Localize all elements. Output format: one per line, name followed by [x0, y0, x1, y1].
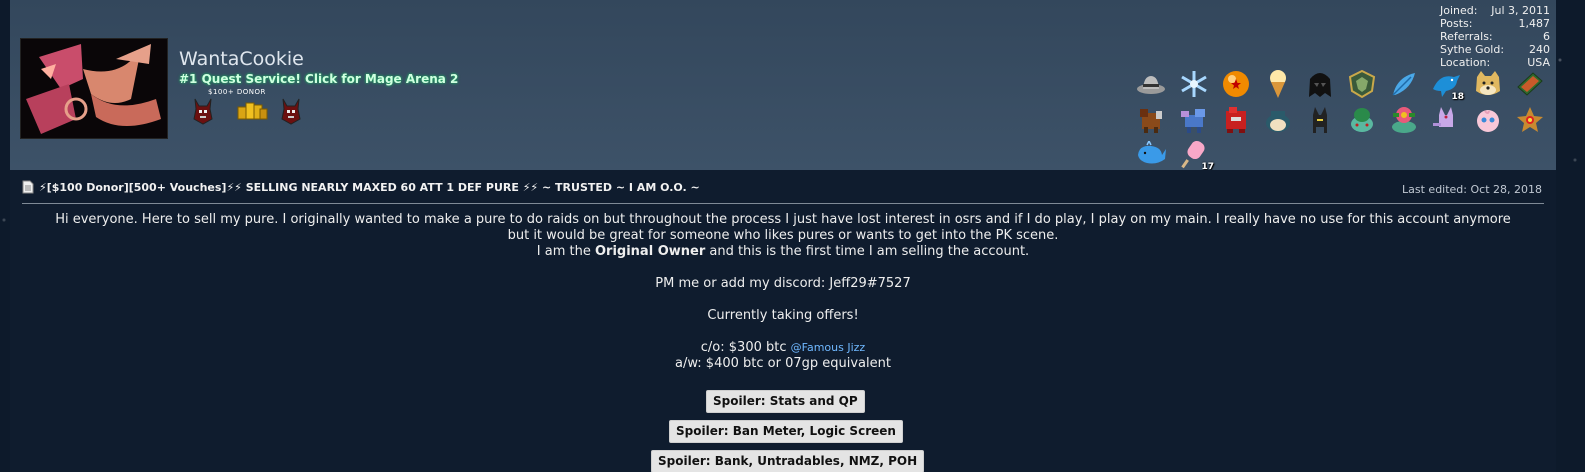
snowflake-icon[interactable] [1178, 68, 1210, 100]
ice-cream-icon[interactable] [1262, 68, 1294, 100]
username-link[interactable]: WantaCookie [179, 48, 304, 70]
doge-icon[interactable] [1472, 68, 1504, 100]
avatar[interactable] [20, 38, 168, 139]
avatar-art-icon [21, 39, 167, 138]
fedora-icon[interactable] [1135, 68, 1167, 100]
gold-pile-badge-icon [236, 99, 270, 127]
document-icon [22, 180, 34, 194]
original-owner-bold: Original Owner [595, 244, 706, 259]
popsicle-icon[interactable]: 17 [1178, 138, 1214, 172]
darth-vader-icon[interactable] [1304, 68, 1336, 100]
thread-title-row: ⚡[$100 Donor][500+ Vouches]⚡⚡ SELLING NE… [22, 180, 700, 194]
user-title-link[interactable]: #1 Quest Service! Click for Mage Arena 2 [179, 72, 458, 86]
pokemon-suicune-icon[interactable] [1178, 104, 1210, 136]
stat-sythe-gold: Sythe Gold: 240 [1440, 43, 1550, 56]
pokemon-groudon-icon[interactable] [1220, 104, 1252, 136]
user-stats: Joined: Jul 3, 2011 Posts: 1,487 Referrals… [1440, 4, 1550, 69]
last-edited: Last edited: Oct 28, 2018 [1402, 183, 1542, 196]
pokemon-venusaur-icon[interactable] [1388, 104, 1420, 136]
pokemon-umbreon-icon[interactable] [1304, 104, 1336, 136]
contact-line: PM me or add my discord: Jeff29#7527 [655, 276, 911, 291]
spoiler-stats-button[interactable]: Spoiler: Stats and QP [706, 390, 865, 413]
aw-line: a/w: $400 btc or 07gp equivalent [675, 356, 891, 371]
stat-referrals: Referrals: 6 [1440, 30, 1550, 43]
pokemon-entei-icon[interactable] [1135, 104, 1167, 136]
post-container: WantaCookie #1 Quest Service! Click for … [10, 0, 1556, 472]
user-info-header: WantaCookie #1 Quest Service! Click for … [10, 0, 1556, 172]
pokemon-staryu-icon[interactable] [1514, 104, 1546, 136]
co-line: c/o: $300 btc @Famous Jizz [700, 340, 866, 355]
stat-posts: Posts: 1,487 [1440, 17, 1550, 30]
notebook-icon[interactable] [1514, 68, 1546, 100]
donor-label: $100+ DONOR [208, 88, 266, 96]
pokemon-bulbasaur-icon[interactable] [1346, 104, 1378, 136]
league-badge-icon[interactable] [1346, 68, 1378, 100]
feather-icon[interactable] [1388, 68, 1420, 100]
owner-line: I am the Original Owner and this is the … [536, 244, 1030, 259]
post-content: ⚡[$100 Donor][500+ Vouches]⚡⚡ SELLING NE… [10, 170, 1556, 472]
pokemon-espeon-icon[interactable] [1430, 104, 1462, 136]
whale-icon[interactable] [1135, 138, 1167, 170]
intro-text: Hi everyone. Here to sell my pure. I ori… [55, 212, 1511, 227]
divider [22, 203, 1544, 204]
dolphin-count: 18 [1451, 92, 1464, 102]
mention-link[interactable]: @Famous Jizz [791, 341, 866, 354]
stat-joined: Joined: Jul 3, 2011 [1440, 4, 1550, 17]
spoiler-ban-meter-button[interactable]: Spoiler: Ban Meter, Logic Screen [669, 420, 903, 443]
dragon-ball-icon[interactable] [1220, 68, 1252, 100]
devil-mask-badge-icon [280, 97, 302, 125]
pokemon-jigglypuff-icon[interactable] [1472, 104, 1504, 136]
devil-mask-badge-icon [192, 97, 214, 125]
offers-line: Currently taking offers! [707, 308, 859, 323]
dolphin-icon[interactable]: 18 [1430, 68, 1464, 102]
intro-text-continued: but it would be great for someone who li… [507, 228, 1059, 243]
post-body: Hi everyone. Here to sell my pure. I ori… [22, 212, 1544, 372]
pokemon-snorlax-icon[interactable] [1262, 104, 1294, 136]
spoiler-bank-button[interactable]: Spoiler: Bank, Untradables, NMZ, POH [651, 450, 925, 472]
thread-title: ⚡[$100 Donor][500+ Vouches]⚡⚡ SELLING NE… [39, 180, 700, 194]
